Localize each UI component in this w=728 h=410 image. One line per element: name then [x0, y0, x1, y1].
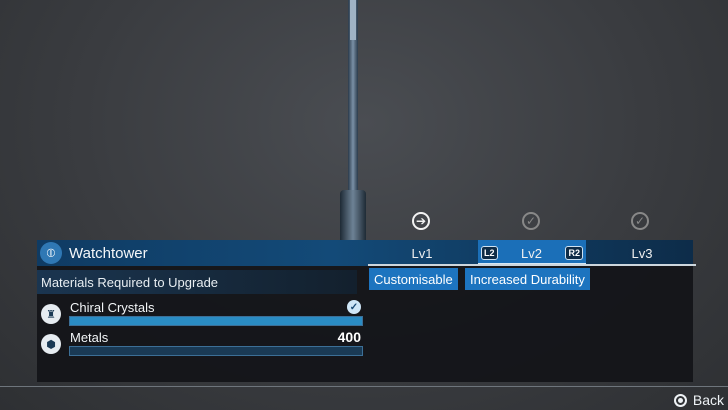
structure-title: Watchtower	[69, 244, 148, 262]
back-button[interactable]: Back	[673, 392, 724, 408]
material-progress-fill	[70, 317, 362, 325]
material-progress-bar	[69, 346, 363, 356]
l2-trigger-icon[interactable]: L2	[481, 246, 498, 260]
materials-section-title: Materials Required to Upgrade	[37, 270, 357, 294]
feature-badge: Increased Durability	[465, 268, 590, 290]
check-icon: ✓	[347, 300, 361, 314]
tab-lv2[interactable]: L2 Lv2 R2	[478, 240, 586, 266]
tab-lv3[interactable]: Lv3	[588, 240, 696, 266]
tab-lv1[interactable]: Lv1	[368, 240, 476, 266]
check-icon: ✓	[631, 212, 649, 230]
check-icon: ✓	[522, 212, 540, 230]
material-requirement: 400	[289, 329, 361, 345]
feature-badge: Customisable	[369, 268, 458, 290]
metals-icon: ⬢	[41, 334, 61, 354]
circle-button-icon	[673, 393, 687, 407]
footer-divider	[0, 386, 728, 387]
watchtower-icon: ⦶	[40, 242, 62, 264]
material-row-metals: ⬢ Metals 400	[37, 329, 365, 358]
material-row-chiral-crystals: ♜ Chiral Crystals ✓	[37, 300, 365, 328]
material-requirement-value: 400	[337, 329, 361, 345]
chiral-crystal-icon: ♜	[41, 304, 61, 324]
tab-lv1-label: Lv1	[411, 245, 433, 261]
tab-lv3-label: Lv3	[631, 245, 653, 261]
material-name: Metals	[70, 330, 109, 345]
material-progress-bar	[69, 316, 363, 326]
back-label: Back	[692, 392, 724, 408]
arrow-right-icon: ➔	[412, 212, 430, 230]
material-requirement: ✓	[289, 300, 361, 314]
material-name: Chiral Crystals	[70, 300, 155, 315]
tower-antenna	[350, 0, 356, 40]
r2-trigger-icon[interactable]: R2	[565, 246, 583, 260]
structure-header: ⦶ Watchtower Lv1 L2 Lv2 R2 Lv3	[37, 240, 693, 266]
tab-lv2-label: Lv2	[521, 245, 542, 261]
